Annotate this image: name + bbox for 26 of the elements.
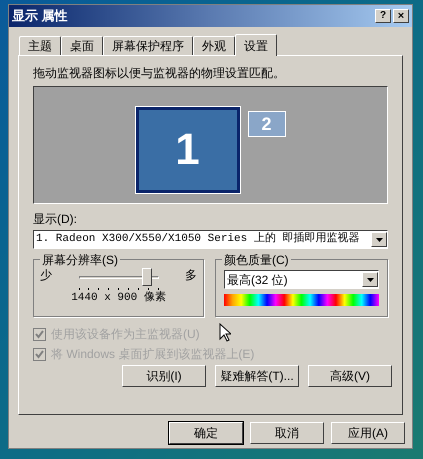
dialog-button[interactable]: 取消 — [250, 422, 324, 444]
monitor-icon[interactable]: 1 — [136, 107, 240, 193]
dialog-button[interactable]: 确定 — [169, 422, 243, 444]
display-label: 显示(D): — [33, 211, 78, 228]
instruction-text: 拖动监视器图标以便与监视器的物理设置匹配。 — [33, 65, 286, 82]
resolution-slider[interactable] — [78, 268, 158, 290]
tab[interactable]: 主题 — [19, 36, 61, 55]
display-dropdown[interactable]: 1. Radeon X300/X550/X1050 Series 上的 即插即用监视器 — [33, 230, 388, 249]
tab[interactable]: 桌面 — [61, 36, 103, 55]
tab[interactable]: 外观 — [193, 36, 235, 55]
group-title: 屏幕分辨率(S) — [40, 251, 120, 269]
group-title: 颜色质量(C) — [222, 251, 291, 269]
tab[interactable]: 设置 — [235, 34, 277, 56]
dialog-button[interactable]: 应用(A) — [331, 422, 405, 444]
close-button[interactable]: × — [393, 9, 409, 23]
mouse-pointer-icon — [219, 323, 231, 342]
window-title: 显示 属性 — [12, 7, 68, 26]
resolution-reading: 1440 x 900 像素 — [71, 290, 166, 306]
dialog-button[interactable]: 识别(I) — [122, 365, 206, 387]
max-label: 多 — [185, 267, 197, 284]
help-button[interactable]: ? — [375, 9, 391, 23]
dialog-button[interactable]: 疑难解答(T)... — [215, 365, 299, 387]
min-label: 少 — [40, 267, 52, 284]
dialog-button[interactable]: 高级(V) — [308, 365, 392, 387]
color-quality-dropdown[interactable]: 最高(32 位) — [224, 270, 379, 289]
tab[interactable]: 屏幕保护程序 — [103, 36, 193, 55]
